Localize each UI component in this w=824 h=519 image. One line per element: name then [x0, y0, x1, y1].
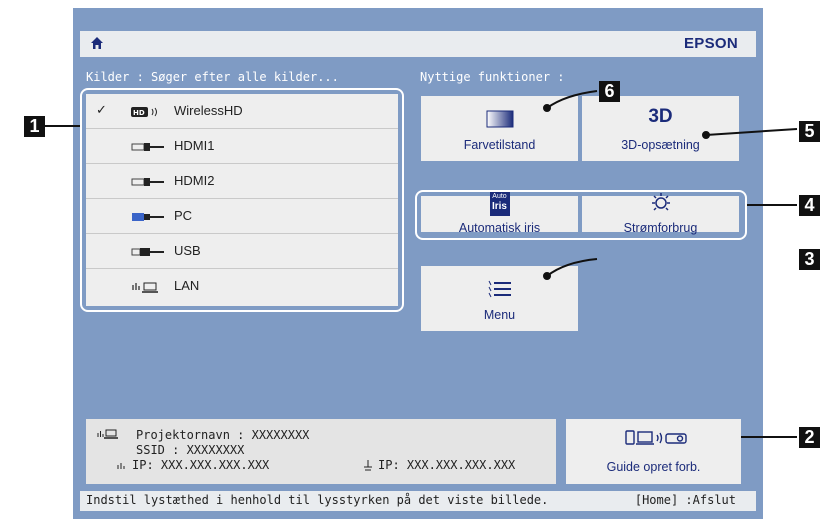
connection-guide-label: Guide opret forb.: [606, 460, 701, 474]
callout-2: 2: [799, 427, 820, 448]
wired-ip: IP: XXX.XXX.XXX.XXX: [378, 458, 516, 472]
callout-6: 6: [599, 81, 620, 102]
help-hint: Indstil lystæthed i henhold til lysstyrk…: [86, 493, 549, 507]
exit-hint[interactable]: [Home] :Afslut: [635, 493, 736, 507]
callout-5: 5: [799, 121, 820, 142]
lan-icon: [97, 429, 118, 439]
wireless-ip: IP: XXX.XXX.XXX.XXX: [132, 458, 270, 472]
wireless-signal-icon: [117, 463, 125, 469]
callout-1: 1: [24, 116, 45, 137]
projector-name: Projektornavn : XXXXXXXX: [136, 428, 310, 442]
wired-lan-icon: [364, 460, 372, 471]
ssid: SSID : XXXXXXXX: [136, 443, 245, 457]
connection-guide-button[interactable]: Guide opret forb.: [566, 419, 741, 484]
device-connection-icon: [625, 430, 687, 445]
callout-4: 4: [799, 195, 820, 216]
callout-3: 3: [799, 249, 820, 270]
network-info-panel: Projektornavn : XXXXXXXX SSID : XXXXXXXX…: [86, 419, 556, 484]
